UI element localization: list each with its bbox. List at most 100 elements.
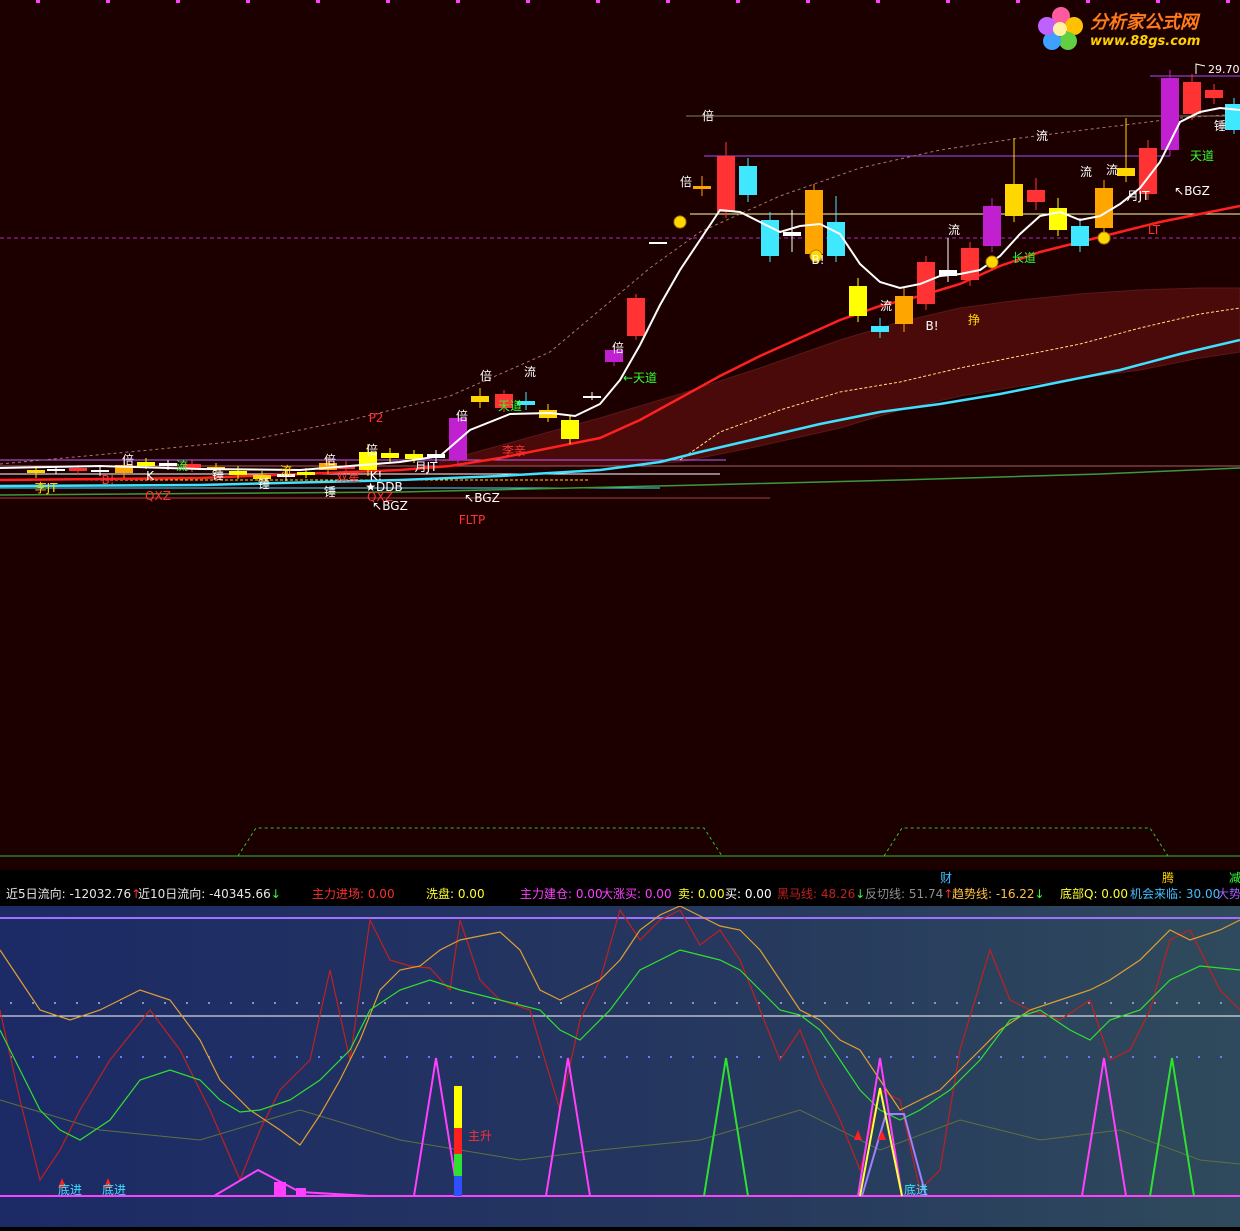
top-scale-mark [176, 0, 180, 3]
candle-body [91, 470, 109, 472]
top-scale-mark [386, 0, 390, 3]
grid-dot [384, 1002, 386, 1004]
candle-42 [983, 198, 1001, 252]
candle-body [849, 286, 867, 316]
grid-dot [472, 1056, 474, 1058]
trapezoid-band-1 [237, 827, 723, 857]
candle-body [229, 471, 247, 475]
indicator-value: 卖: 0.00 [678, 887, 725, 901]
signal-label-23: 倍 [480, 368, 492, 383]
price-high-label: 29.70 [1208, 63, 1240, 76]
signal-label-0: 李JT [35, 480, 59, 495]
candle-body [297, 472, 315, 475]
grid-dot [538, 1056, 540, 1058]
signal-label-40: LT [1148, 223, 1161, 237]
money-bag-icon [1097, 231, 1111, 245]
sub-signal-label-1: 底进 [102, 1182, 126, 1197]
grid-dot [252, 1002, 254, 1004]
indicator-value: 反切线: 51.74 [865, 887, 944, 901]
up-arrow-icon [854, 1130, 862, 1140]
indicator-readout: 主力进场: 0.00 [312, 885, 395, 902]
kline-chart[interactable]: 李JTB! K倍 流锤锤流倍锤倍QXZP2双星 K!月JT★DDBQXZ↖BGZ↖BG… [0, 0, 1240, 870]
candle-body [761, 220, 779, 256]
grid-dot [472, 1002, 474, 1004]
grid-dot [142, 1056, 144, 1058]
signal-label-8: 倍 [324, 452, 336, 467]
grid-dot [846, 1056, 848, 1058]
kline-panel[interactable]: 李JT B! K 倍流锤锤流倍锤倍 QXZ P2 双星 K! 月JT ★DDB QXZ ↖BGZ ↖BG… [0, 0, 1240, 870]
grid-dot [120, 1056, 122, 1058]
indicator-chart[interactable]: 底进 底进 主升底进 [0, 905, 1240, 1227]
indicator-value: 主力建仓: 0.00 [520, 887, 603, 901]
top-scale-mark [316, 0, 320, 3]
top-scale-mark [736, 0, 740, 3]
signal-label-5: 锤 [212, 467, 224, 482]
top-scale-mark [456, 0, 460, 3]
top-scale-mark [1156, 0, 1160, 3]
trend-line [0, 905, 1240, 1146]
candle-body [693, 186, 711, 189]
indicator-readout: 卖: 0.00 [678, 885, 725, 902]
trapezoid-band-2 [883, 827, 1169, 857]
indicator-value: 大涨买: 0.00 [601, 887, 672, 901]
candle-body [961, 248, 979, 280]
candle-body [627, 298, 645, 336]
indicator-value: 大势 [1217, 887, 1240, 901]
indicator-readout: 反切线: 51.74↑ [865, 885, 953, 902]
candle-body [783, 232, 801, 236]
grid-dot [98, 1056, 100, 1058]
signal-peak-0 [413, 1057, 459, 1197]
candle-30 [717, 142, 735, 218]
grid-dot [824, 1056, 826, 1058]
top-scale-mark [36, 0, 40, 3]
top-scale-mark [1226, 0, 1230, 3]
grid-dot [626, 1056, 628, 1058]
signal-label-39: 月JT [1127, 189, 1151, 203]
top-scale-mark [876, 0, 880, 3]
candle-body [583, 396, 601, 398]
indicator-bar: 财 腾 减 近5日流向: -12032.76↑ 近10日流向: -40345.66… [0, 870, 1240, 906]
grid-dot [1110, 1002, 1112, 1004]
flower-logo-icon [1038, 7, 1083, 50]
signal-label-20: FLTP [459, 513, 486, 527]
grid-dot [186, 1056, 188, 1058]
grid-dot [560, 1002, 562, 1004]
signal-label-38: 流 [1106, 163, 1118, 177]
grid-dot [54, 1056, 56, 1058]
top-scale-mark [596, 0, 600, 3]
top-scale-mark [106, 0, 110, 3]
candle-body [649, 242, 667, 244]
top-label-jian: 减 [1229, 871, 1240, 885]
indicator-readout: 主力建仓: 0.00 [520, 885, 603, 902]
grid-dot [934, 1002, 936, 1004]
grid-dot [274, 1002, 276, 1004]
indicator-panel[interactable]: 底进 底进 主升 底进 [0, 905, 1240, 1227]
grid-dot [362, 1056, 364, 1058]
candle-34 [805, 184, 823, 260]
signal-label-2: K [146, 469, 155, 483]
grid-dot [802, 1056, 804, 1058]
candle-48 [1117, 118, 1135, 182]
candle-body [137, 462, 155, 466]
candle-body [1027, 190, 1045, 202]
signal-label-28: 倍 [680, 174, 692, 189]
candle-body [1161, 78, 1179, 150]
indicator-readout: 大涨买: 0.00 [601, 885, 672, 902]
grid-dot [296, 1056, 298, 1058]
grid-dot [1198, 1002, 1200, 1004]
grid-dot [230, 1056, 232, 1058]
indicator-readout: 底部Q: 0.00 [1060, 885, 1128, 902]
grid-dot [164, 1002, 166, 1004]
money-bag-icon [985, 255, 999, 269]
grid-dot [1000, 1002, 1002, 1004]
top-label-teng: 腾 [1162, 871, 1175, 885]
grid-dot [1088, 1056, 1090, 1058]
grid-dot [1066, 1002, 1068, 1004]
signal-label-19: ↖BGZ [464, 491, 500, 505]
candle-25 [583, 392, 601, 400]
reverse-cut-line [0, 949, 1240, 1141]
indicator-readout: 黑马线: 48.26↓ [777, 885, 865, 902]
grid-dot [978, 1002, 980, 1004]
candle-44 [1027, 178, 1045, 210]
grid-dot [890, 1002, 892, 1004]
